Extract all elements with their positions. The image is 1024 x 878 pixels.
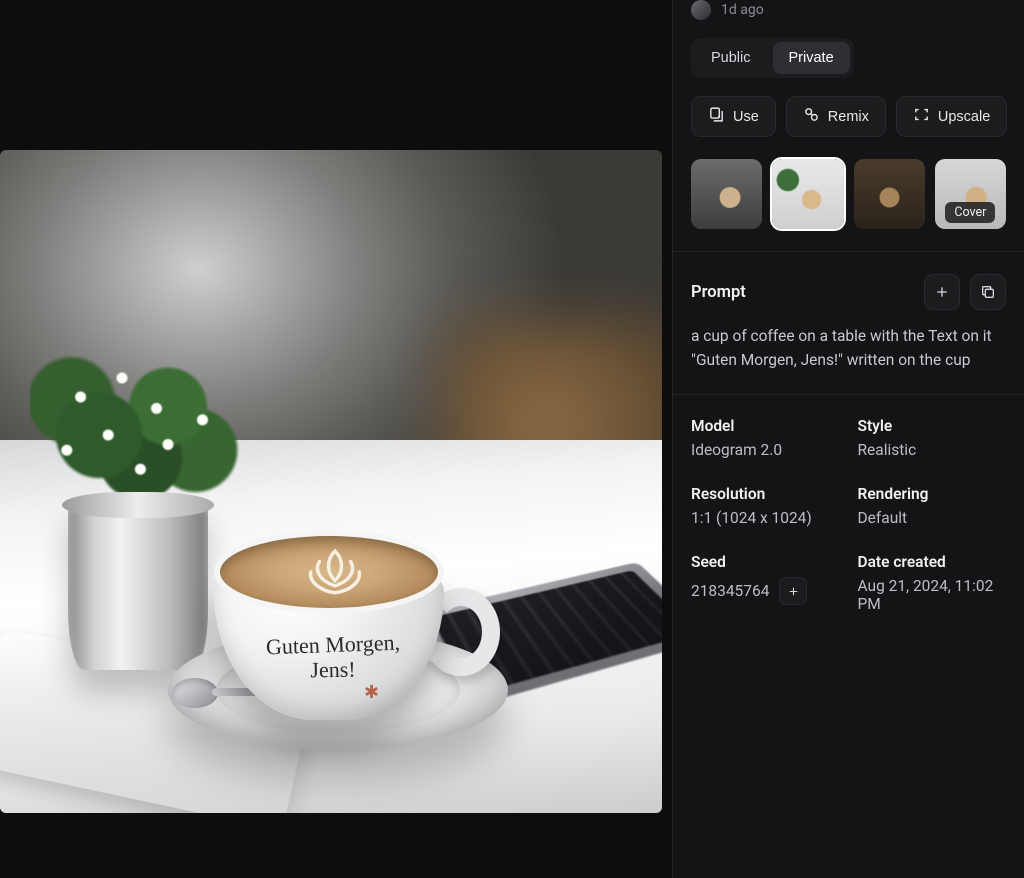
generated-image[interactable]: Guten Morgen, Jens! ✱ [0,150,662,813]
remix-button[interactable]: Remix [786,96,886,137]
rendering-label: Rendering [858,485,1007,503]
upscale-button[interactable]: Upscale [896,96,1007,137]
field-date: Date created Aug 21, 2024, 11:02 PM [858,553,1007,613]
seed-value: 218345764 [691,582,769,600]
thumbnail-4[interactable]: Cover [935,159,1006,229]
seed-add-button[interactable] [779,577,807,605]
cover-badge: Cover [945,202,995,223]
model-label: Model [691,417,840,435]
prompt-add-button[interactable] [924,274,960,310]
prompt-copy-button[interactable] [970,274,1006,310]
seed-label: Seed [691,553,840,571]
details-panel: 1d ago Public Private Use Remix [672,0,1024,878]
thumbnail-1[interactable] [691,159,762,229]
field-model: Model Ideogram 2.0 [691,417,840,459]
remix-icon [803,106,820,127]
visibility-public-tab[interactable]: Public [695,42,767,74]
rendering-value: Default [858,509,1007,527]
cup-doodle-icon: ✱ [364,682,379,703]
field-rendering: Rendering Default [858,485,1007,527]
date-value: Aug 21, 2024, 11:02 PM [858,577,1007,613]
style-label: Style [858,417,1007,435]
upscale-icon [913,106,930,127]
upscale-label: Upscale [938,109,990,125]
prompt-text: a cup of coffee on a table with the Text… [691,324,1006,372]
date-label: Date created [858,553,1007,571]
thumbnail-2[interactable] [772,159,843,229]
coffee-cup: Guten Morgen, Jens! ✱ [214,510,464,730]
image-preview-pane: Guten Morgen, Jens! ✱ [0,0,672,878]
variant-thumbnails: Cover [691,159,1006,229]
author-avatar[interactable] [691,0,711,20]
divider [673,394,1024,395]
divider [673,251,1024,252]
prompt-heading: Prompt [691,283,746,302]
field-seed: Seed 218345764 [691,553,840,613]
resolution-label: Resolution [691,485,840,503]
style-value: Realistic [858,441,1007,459]
created-ago: 1d ago [721,2,764,18]
remix-label: Remix [828,109,869,125]
use-label: Use [733,109,759,125]
field-style: Style Realistic [858,417,1007,459]
resolution-value: 1:1 (1024 x 1024) [691,509,840,527]
use-icon [708,106,725,127]
model-value: Ideogram 2.0 [691,441,840,459]
use-button[interactable]: Use [691,96,776,137]
visibility-private-tab[interactable]: Private [773,42,850,74]
field-resolution: Resolution 1:1 (1024 x 1024) [691,485,840,527]
details-grid: Model Ideogram 2.0 Style Realistic Resol… [691,417,1006,613]
cup-inscription: Guten Morgen, Jens! [248,632,418,683]
thumbnail-3[interactable] [854,159,925,229]
visibility-toggle: Public Private [691,38,854,78]
